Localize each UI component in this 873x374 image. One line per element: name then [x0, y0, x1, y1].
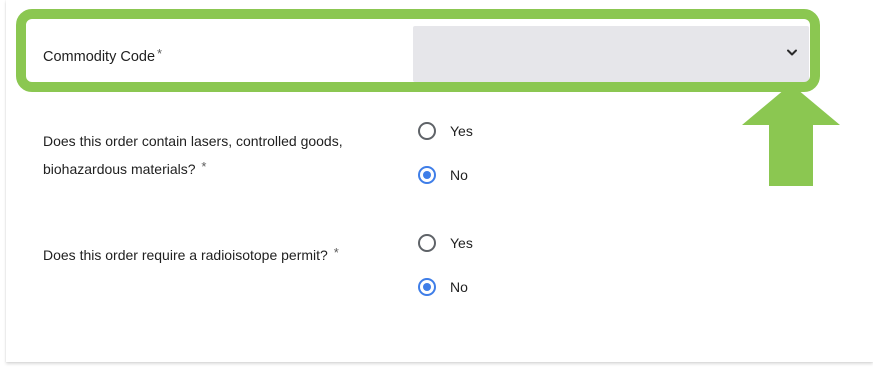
- question-radioisotope-text: Does this order require a radioisotope p…: [43, 247, 328, 263]
- question-hazardous-text: Does this order contain lasers, controll…: [43, 133, 343, 177]
- required-asterisk: *: [201, 159, 207, 174]
- chevron-down-icon: [787, 49, 797, 56]
- radio-button-checked-icon: [418, 166, 436, 184]
- commodity-code-label-text: Commodity Code: [43, 49, 156, 65]
- question-radioisotope-permit: Does this order require a radioisotope p…: [43, 240, 373, 268]
- radio-hazardous-no[interactable]: No: [418, 164, 468, 186]
- commodity-code-select[interactable]: [413, 26, 809, 82]
- commodity-code-label: Commodity Code *: [43, 46, 162, 65]
- radio-label: No: [450, 279, 468, 295]
- screenshot-stage: Commodity Code * Does this order contain …: [0, 0, 873, 374]
- question-hazardous-materials: Does this order contain lasers, controll…: [43, 128, 403, 182]
- radio-button-icon: [418, 122, 436, 140]
- radio-button-icon: [418, 234, 436, 252]
- radio-label: Yes: [450, 123, 473, 139]
- radio-label: No: [450, 167, 468, 183]
- radio-hazardous-yes[interactable]: Yes: [418, 120, 473, 142]
- radio-radioisotope-yes[interactable]: Yes: [418, 232, 473, 254]
- order-form-panel: Commodity Code * Does this order contain …: [6, 0, 873, 362]
- radio-radioisotope-no[interactable]: No: [418, 276, 468, 298]
- radio-button-checked-icon: [418, 278, 436, 296]
- required-asterisk: *: [333, 245, 339, 260]
- required-asterisk: *: [157, 46, 163, 61]
- radio-label: Yes: [450, 235, 473, 251]
